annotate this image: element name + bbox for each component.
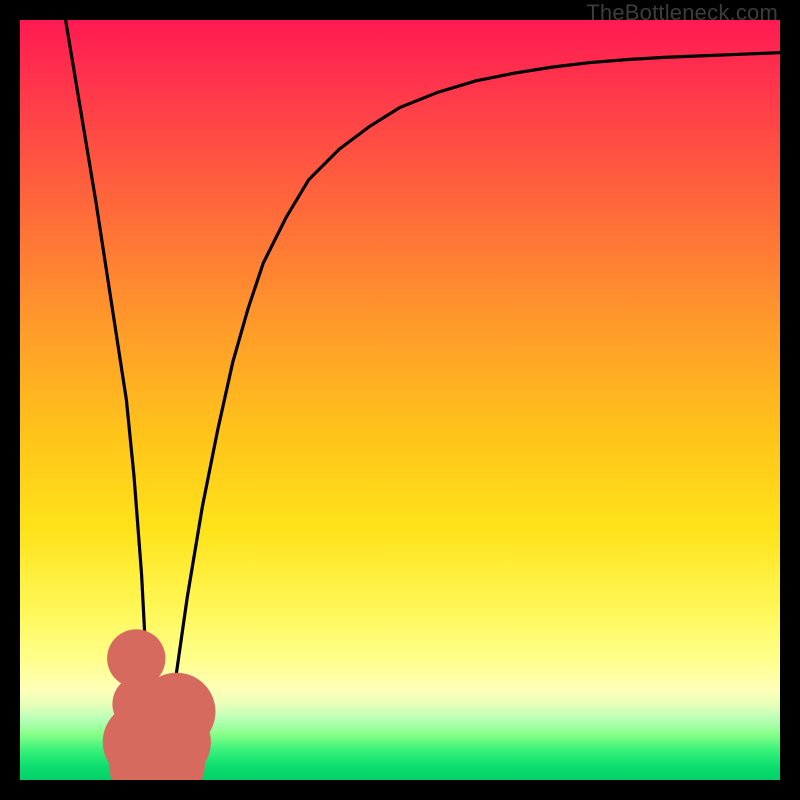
plot-area — [20, 20, 780, 780]
watermark-text: TheBottleneck.com — [586, 0, 778, 26]
valley-markers — [103, 629, 216, 780]
chart-overlay-svg — [20, 20, 780, 780]
marker-dot — [138, 673, 216, 751]
bottleneck-curve — [66, 20, 780, 780]
chart-frame: TheBottleneck.com — [0, 0, 800, 800]
